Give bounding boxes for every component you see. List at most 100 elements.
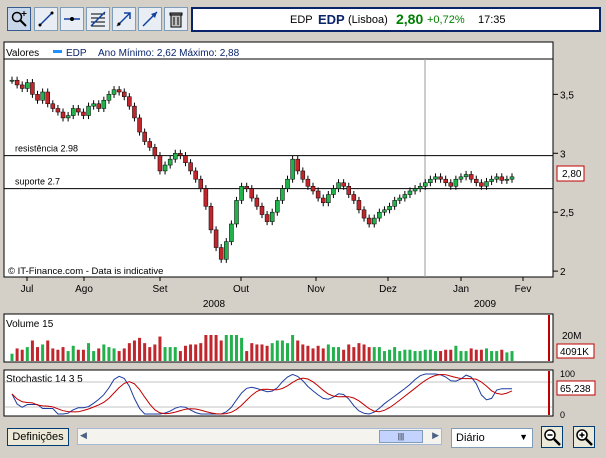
volume-bar — [428, 349, 432, 361]
trash-button[interactable] — [164, 7, 188, 31]
candle-body — [9, 79, 15, 82]
volume-bar — [382, 351, 386, 361]
volume-bar — [280, 340, 284, 361]
candle-body — [142, 131, 147, 142]
volume-bar — [163, 347, 167, 361]
volume-bar — [260, 344, 264, 361]
volume-bar — [372, 347, 376, 361]
volume-bar — [505, 352, 509, 361]
volume-bar — [331, 347, 335, 361]
x-month-label: Jan — [453, 284, 469, 295]
candle-body — [127, 96, 132, 107]
crosshair-zoom-icon — [11, 11, 27, 27]
candle-body — [264, 214, 270, 222]
quote-code: EDP — [290, 14, 313, 26]
candle-body — [65, 115, 71, 119]
candle-body — [173, 153, 178, 160]
volume-label: Volume 15 — [6, 319, 54, 330]
candle-body — [392, 200, 397, 207]
zoom-in-icon — [576, 429, 593, 446]
candle-body — [234, 200, 239, 225]
volume-bar — [153, 344, 157, 361]
candle-body — [310, 186, 316, 192]
candle-body — [229, 223, 234, 242]
candle-body — [417, 186, 423, 189]
fibonacci-icon — [90, 11, 106, 27]
candle-body — [91, 103, 96, 107]
trend-arrow-button[interactable] — [112, 7, 136, 31]
candle-body — [346, 186, 351, 195]
scroll-left-icon[interactable]: ◀ — [80, 430, 87, 441]
candle-body — [70, 108, 76, 116]
volume-bar — [454, 345, 458, 361]
volume-bar — [484, 348, 488, 361]
candle-body — [412, 188, 418, 192]
candle-body — [55, 108, 61, 113]
fibonacci-button[interactable] — [86, 7, 110, 31]
scroll-thumb[interactable]: ||| — [379, 430, 423, 443]
candle-body — [366, 217, 372, 225]
arrow-line-button[interactable] — [138, 7, 162, 31]
candle-body — [341, 182, 346, 187]
candle-body — [428, 178, 433, 183]
candle-body — [35, 94, 40, 101]
volume-bar — [56, 349, 60, 361]
candle-body — [320, 197, 326, 204]
candle-body — [167, 158, 173, 166]
zoom-in-button[interactable] — [573, 426, 595, 448]
volume-bar — [127, 343, 131, 361]
candle-body — [45, 91, 50, 105]
volume-bar — [132, 340, 136, 361]
quote-change: +0,72% — [427, 14, 465, 26]
period-select[interactable]: Diário ▼ — [451, 428, 533, 448]
reference-line-label: suporte 2.7 — [15, 177, 60, 187]
quote-header: EDP EDP (Lisboa) 2,80 +0,72% 17:35 — [191, 7, 601, 32]
volume-bar — [41, 344, 45, 361]
volume-bar — [444, 349, 448, 361]
volume-bar — [214, 335, 218, 361]
definitions-button[interactable]: Definições — [7, 428, 69, 446]
candle-body — [438, 176, 443, 180]
candle-body — [489, 178, 494, 182]
volume-bar — [275, 340, 279, 361]
horizontal-scrollbar[interactable]: ◀ ||| ▶ — [77, 428, 442, 445]
volume-bar — [71, 345, 75, 361]
line-draw-button[interactable] — [34, 7, 58, 31]
volume-bar — [87, 343, 91, 361]
candle-body — [76, 108, 81, 113]
scroll-right-icon[interactable]: ▶ — [432, 430, 439, 441]
candle-body — [382, 209, 387, 213]
candle-body — [371, 217, 377, 225]
stochastic-tick-100: 100 — [560, 369, 575, 379]
volume-bar — [495, 351, 499, 361]
volume-bar — [357, 343, 361, 361]
price-y-axis: 3,5 3 2,5 2 — [553, 90, 574, 278]
volume-bar — [367, 347, 371, 361]
volume-bar — [148, 347, 152, 361]
candle-body — [474, 178, 479, 183]
volume-bar — [418, 351, 422, 361]
volume-bar — [510, 351, 514, 361]
price-legend-label: Valores — [6, 48, 39, 59]
volume-bar — [255, 344, 259, 361]
candle-body — [463, 174, 469, 178]
crosshair-zoom-button[interactable] — [7, 7, 31, 31]
price-tick-label: 3 — [560, 149, 566, 160]
volume-bar — [403, 349, 407, 361]
horizontal-line-button[interactable] — [60, 7, 84, 31]
last-value-label: 2,80 — [562, 169, 582, 180]
candle-body — [106, 94, 112, 101]
candle-body — [30, 82, 35, 95]
volume-bar — [209, 335, 213, 361]
chart-area[interactable]: Valores EDP Ano Mínimo: 2,62 Máximo: 2,8… — [0, 40, 606, 423]
volume-bar — [107, 347, 111, 361]
candle-body — [14, 79, 20, 86]
candle-body — [300, 170, 306, 180]
volume-bar — [326, 344, 330, 361]
series-swatch — [53, 50, 62, 53]
volume-bar — [474, 349, 478, 361]
volume-bar — [286, 343, 290, 361]
candle-body — [377, 211, 382, 219]
zoom-out-button[interactable] — [541, 426, 563, 448]
volume-bar — [342, 349, 346, 361]
